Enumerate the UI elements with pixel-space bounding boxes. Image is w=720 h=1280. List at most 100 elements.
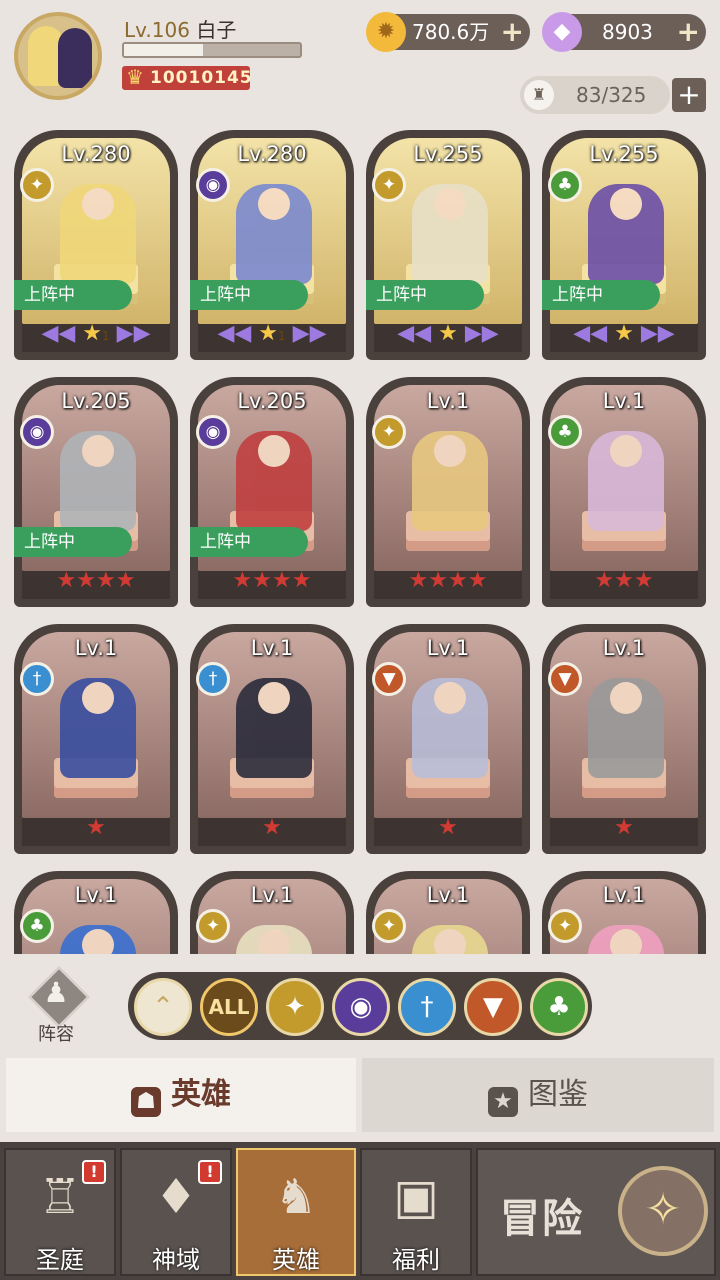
star-rating: ★★★★ xyxy=(232,568,312,593)
filter-fire-button[interactable]: ▼ xyxy=(464,978,522,1036)
star-rating: ★ xyxy=(262,815,282,840)
hero-card[interactable]: Lv.205 ◉ 上阵中 ★★★★ xyxy=(190,377,354,607)
star-rating: ◀◀ ★ ▶▶ xyxy=(397,321,499,346)
gold-add-button[interactable]: + xyxy=(501,14,524,50)
nav-heroes[interactable]: ♞ 英雄 xyxy=(236,1148,356,1276)
star-count: 1 xyxy=(102,329,110,343)
hero-level: Lv.1 xyxy=(426,636,470,660)
chest-icon: ▣ xyxy=(393,1169,439,1225)
hero-grid: Lv.280 ✦ 上阵中 ◀◀ ★1 ▶▶ Lv.280 ◉ 上阵中 ◀◀ ★1 ▶▶ Lv.2… xyxy=(0,128,720,954)
bottom-nav: ♖ ! 圣庭 ♦ ! 神域 ♞ 英雄 ▣ 福利 冒险 ✧ xyxy=(0,1142,720,1280)
hero-tabs: ☗ 英雄 ★ 图鉴 xyxy=(0,1058,720,1140)
hero-sprite xyxy=(236,431,312,531)
nav-welfare[interactable]: ▣ 福利 xyxy=(360,1148,472,1276)
star-rating: ★★★★ xyxy=(408,568,488,593)
exp-fill xyxy=(124,44,204,56)
hero-level: Lv.280 xyxy=(61,142,131,166)
hero-card[interactable]: Lv.1 ✦ ★★★★ xyxy=(366,377,530,607)
hero-card[interactable]: Lv.1 † ★ xyxy=(190,624,354,854)
nav-heroes-label: 英雄 xyxy=(272,1246,320,1274)
hero-slot-add-button[interactable]: + xyxy=(672,78,706,112)
diamond-counter: ◆ 8903 + xyxy=(542,12,706,52)
hero-level: Lv.1 xyxy=(602,636,646,660)
book-icon: ★ xyxy=(488,1087,518,1117)
hero-level: Lv.1 xyxy=(426,883,470,907)
hero-card[interactable]: Lv.1✦★ xyxy=(190,871,354,954)
hero-card[interactable]: Lv.1 † ★ xyxy=(14,624,178,854)
collapse-filter-button[interactable]: ⌃ xyxy=(134,978,192,1036)
top-bar: Lv.106 白子 ♛ 10010145 ✹ 780.6万 + ◆ 8903 +… xyxy=(0,0,720,120)
deployed-tag: 上阵中 xyxy=(542,280,660,310)
hero-sprite xyxy=(60,678,136,778)
hero-slot-icon: ♜ xyxy=(524,80,554,110)
filter-all-button[interactable]: ALL xyxy=(200,978,258,1036)
player-name: 白子 xyxy=(196,18,237,42)
star-rating: ★★★★ xyxy=(56,568,136,593)
hero-sprite xyxy=(60,184,136,284)
hero-card[interactable]: Lv.1 ▼ ★ xyxy=(366,624,530,854)
deployed-tag: 上阵中 xyxy=(190,280,308,310)
player-level-name: Lv.106 白子 xyxy=(124,14,236,43)
hero-level: Lv.1 xyxy=(602,883,646,907)
water-faction-icon: † xyxy=(20,662,54,696)
diamond-icon: ◆ xyxy=(542,12,582,52)
hero-card[interactable]: Lv.280 ◉ 上阵中 ◀◀ ★1 ▶▶ xyxy=(190,130,354,360)
hero-level: Lv.280 xyxy=(237,142,307,166)
dark-faction-icon: ◉ xyxy=(196,415,230,449)
hero-sprite xyxy=(412,184,488,284)
alert-badge: ! xyxy=(198,1160,222,1184)
filter-water-button[interactable]: † xyxy=(398,978,456,1036)
tab-codex-label: 图鉴 xyxy=(528,1077,588,1112)
hero-level: Lv.255 xyxy=(589,142,659,166)
hero-card[interactable]: Lv.1♣★ xyxy=(14,871,178,954)
nav-courtyard-label: 圣庭 xyxy=(36,1246,84,1274)
power-badge: ♛ 10010145 xyxy=(122,65,253,90)
star-rating: ★ xyxy=(438,815,458,840)
hero-level: Lv.205 xyxy=(61,389,131,413)
filter-light-button[interactable]: ✦ xyxy=(266,978,324,1036)
hero-level: Lv.1 xyxy=(250,636,294,660)
power-icon: ♛ xyxy=(126,65,144,89)
star-rating: ◀◀ ★ ▶▶ xyxy=(573,321,675,346)
filter-dark-button[interactable]: ◉ xyxy=(332,978,390,1036)
light-faction-icon: ✦ xyxy=(372,168,406,202)
star-rating: ◀◀ ★1 ▶▶ xyxy=(41,321,151,346)
hero-sprite xyxy=(236,184,312,284)
hero-level: Lv.205 xyxy=(237,389,307,413)
hero-card[interactable]: Lv.1✦★ xyxy=(366,871,530,954)
nav-courtyard[interactable]: ♖ ! 圣庭 xyxy=(4,1148,116,1276)
nav-adventure[interactable]: 冒险 ✧ xyxy=(476,1148,716,1276)
deployed-tag: 上阵中 xyxy=(366,280,484,310)
star-rating: ★ xyxy=(86,815,106,840)
hero-sprite xyxy=(412,431,488,531)
hero-level: Lv.1 xyxy=(426,389,470,413)
helmet-icon: ♞ xyxy=(274,1169,318,1225)
tab-heroes[interactable]: ☗ 英雄 xyxy=(6,1058,356,1132)
hero-card[interactable]: Lv.1✦★ xyxy=(542,871,706,954)
nature-faction-icon: ♣ xyxy=(548,168,582,202)
nav-adventure-label: 冒险 xyxy=(500,1196,584,1242)
hero-sprite xyxy=(236,678,312,778)
hero-card[interactable]: Lv.1 ♣ ★★★ xyxy=(542,377,706,607)
player-avatar[interactable] xyxy=(14,12,102,100)
diamond-add-button[interactable]: + xyxy=(677,14,700,50)
nav-welfare-label: 福利 xyxy=(392,1246,440,1274)
nav-divine-label: 神域 xyxy=(152,1246,200,1274)
lineup-button[interactable]: ♟ 阵容 xyxy=(24,966,90,1045)
hero-card[interactable]: Lv.1 ▼ ★ xyxy=(542,624,706,854)
star-rating: ★★★ xyxy=(594,568,654,593)
hero-card[interactable]: Lv.280 ✦ 上阵中 ◀◀ ★1 ▶▶ xyxy=(14,130,178,360)
hero-level: Lv.1 xyxy=(602,389,646,413)
hero-card[interactable]: Lv.255 ♣ 上阵中 ◀◀ ★ ▶▶ xyxy=(542,130,706,360)
power-value: 10010145 xyxy=(150,68,253,88)
filter-nature-button[interactable]: ♣ xyxy=(530,978,588,1036)
tab-codex[interactable]: ★ 图鉴 xyxy=(362,1058,714,1132)
deployed-tag: 上阵中 xyxy=(190,527,308,557)
hero-card[interactable]: Lv.255 ✦ 上阵中 ◀◀ ★ ▶▶ xyxy=(366,130,530,360)
gold-value: 780.6万 xyxy=(412,20,490,44)
pawn-icon: ♟ xyxy=(43,976,69,1009)
nav-divine[interactable]: ♦ ! 神域 xyxy=(120,1148,232,1276)
hero-card[interactable]: Lv.205 ◉ 上阵中 ★★★★ xyxy=(14,377,178,607)
hero-sprite xyxy=(588,184,664,284)
dark-faction-icon: ◉ xyxy=(196,168,230,202)
